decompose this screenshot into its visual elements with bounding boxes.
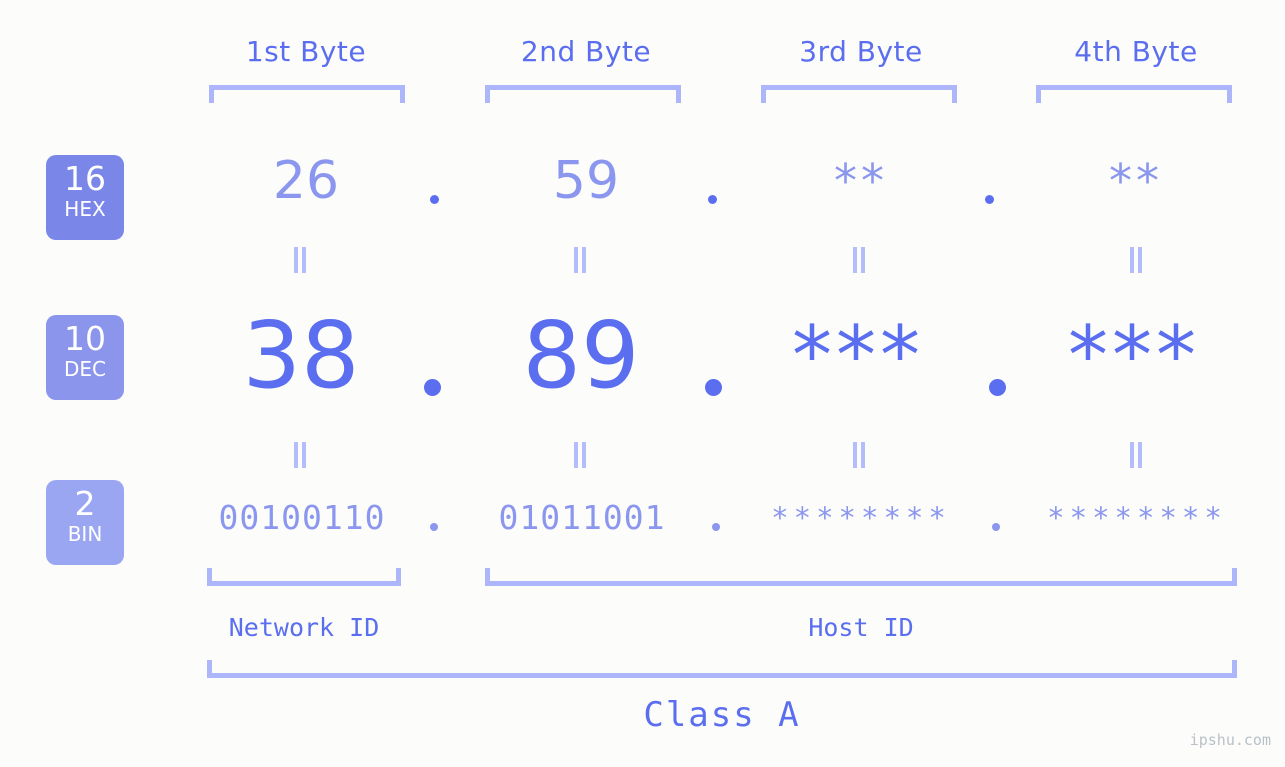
equals-connector-hex-dec-4 — [1128, 247, 1144, 273]
dec-byte-2: 89 — [522, 302, 640, 409]
byte-header-3: 3rd Byte — [799, 35, 923, 68]
hex-separator-dot-3 — [985, 195, 994, 204]
class-bracket — [207, 660, 1237, 678]
byte-bracket-4 — [1036, 85, 1232, 103]
byte-bracket-2 — [485, 85, 681, 103]
ip-address-breakdown-diagram: 1st Byte 2nd Byte 3rd Byte 4th Byte 16 H… — [0, 0, 1285, 767]
class-label: Class A — [643, 695, 801, 735]
hex-byte-4: ** — [1109, 154, 1163, 208]
byte-bracket-1 — [209, 85, 405, 103]
site-watermark: ipshu.com — [1189, 731, 1271, 749]
host-id-bracket — [485, 568, 1237, 586]
dec-separator-dot-1 — [424, 379, 441, 396]
bin-byte-3: ******** — [771, 501, 951, 535]
hex-separator-dot-2 — [708, 195, 717, 204]
bin-separator-dot-2 — [712, 523, 720, 531]
dec-separator-dot-2 — [705, 379, 722, 396]
hex-byte-1: 26 — [272, 151, 340, 211]
network-id-bracket — [207, 568, 401, 586]
bin-separator-dot-3 — [992, 523, 1000, 531]
equals-connector-hex-dec-1 — [292, 247, 308, 273]
byte-header-2: 2nd Byte — [520, 35, 652, 68]
radix-badge-bin-name: BIN — [67, 522, 103, 546]
radix-badge-hex-name: HEX — [64, 197, 106, 221]
byte-header-4: 4th Byte — [1074, 35, 1198, 68]
radix-badge-dec-number: 10 — [64, 319, 106, 358]
dec-separator-dot-3 — [989, 379, 1006, 396]
radix-badge-hex-number: 16 — [64, 159, 106, 198]
equals-connector-dec-bin-4 — [1128, 442, 1144, 468]
radix-badge-bin: 2 BIN — [46, 480, 124, 565]
radix-badge-dec-name: DEC — [63, 357, 106, 381]
radix-badge-hex: 16 HEX — [46, 155, 124, 240]
hex-byte-3: ** — [834, 154, 888, 208]
dec-byte-1: 38 — [242, 302, 360, 409]
equals-connector-dec-bin-3 — [851, 442, 867, 468]
radix-badge-bin-number: 2 — [74, 484, 96, 523]
byte-header-1: 1st Byte — [245, 35, 367, 68]
equals-connector-hex-dec-2 — [572, 247, 588, 273]
equals-connector-dec-bin-2 — [572, 442, 588, 468]
byte-bracket-3 — [761, 85, 957, 103]
hex-byte-2: 59 — [552, 151, 620, 211]
bin-byte-1: 00100110 — [218, 498, 386, 537]
bin-byte-2: 01011001 — [498, 498, 666, 537]
bin-separator-dot-1 — [430, 523, 438, 531]
bin-byte-4: ******** — [1047, 501, 1227, 535]
radix-badge-dec: 10 DEC — [46, 315, 124, 400]
hex-separator-dot-1 — [430, 195, 439, 204]
dec-byte-4: *** — [1068, 309, 1200, 402]
host-id-label: Host ID — [808, 613, 914, 642]
dec-byte-3: *** — [792, 309, 924, 402]
equals-connector-hex-dec-3 — [851, 247, 867, 273]
network-id-label: Network ID — [228, 613, 380, 642]
equals-connector-dec-bin-1 — [292, 442, 308, 468]
